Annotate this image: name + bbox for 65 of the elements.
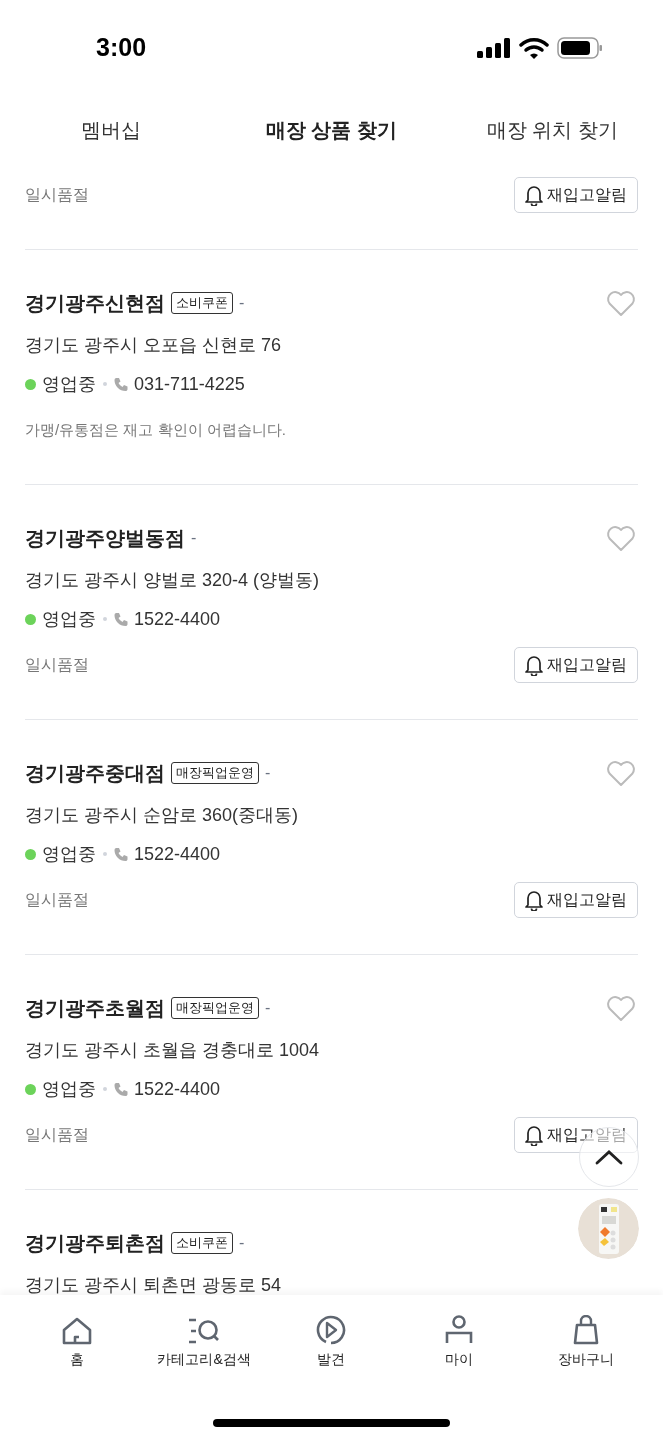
nav-tab[interactable]: 마이 bbox=[395, 1313, 523, 1370]
bell-icon bbox=[525, 1124, 543, 1146]
store-status: 영업중 bbox=[42, 1077, 96, 1101]
stock-status: 일시품절 bbox=[25, 1125, 89, 1145]
tab[interactable]: 매장 상품 찾기 bbox=[265, 115, 398, 145]
bell-icon bbox=[525, 889, 543, 911]
phone-icon bbox=[114, 611, 128, 627]
nav-tab[interactable]: 장바구니 bbox=[522, 1313, 650, 1370]
restock-alert-button[interactable]: 재입고알림 bbox=[514, 882, 638, 918]
nav-tab[interactable]: 발견 bbox=[267, 1313, 396, 1370]
status-time: 3:00 bbox=[96, 32, 147, 64]
store-dash: - bbox=[191, 528, 197, 548]
store-name[interactable]: 경기광주중대점 bbox=[25, 758, 165, 788]
bell-icon bbox=[525, 184, 543, 206]
store-dash: - bbox=[239, 1233, 245, 1253]
store-dash: - bbox=[239, 293, 245, 313]
phone-icon bbox=[114, 376, 128, 392]
heart-icon[interactable] bbox=[606, 524, 636, 552]
store-tag: 매장픽업운영 bbox=[171, 997, 259, 1019]
store-address: 경기도 광주시 초월읍 경충대로 1004 bbox=[25, 1039, 321, 1062]
stock-status: 일시품절 bbox=[25, 185, 89, 205]
phone-icon bbox=[114, 1081, 128, 1097]
wifi-icon bbox=[519, 37, 549, 59]
store-status: 영업중 bbox=[42, 372, 96, 396]
store-phone[interactable]: 1522-4400 bbox=[134, 840, 221, 868]
restock-alert-button[interactable]: 재입고알림 bbox=[514, 647, 638, 683]
battery-icon bbox=[557, 37, 603, 59]
store-phone[interactable]: 1522-4400 bbox=[134, 605, 221, 633]
home-icon bbox=[61, 1317, 92, 1345]
nav-tab[interactable]: 홈 bbox=[13, 1313, 141, 1370]
stock-status: 일시품절 bbox=[25, 890, 89, 910]
stock-status: 일시품절 bbox=[25, 655, 89, 675]
bell-icon bbox=[525, 654, 543, 676]
heart-icon[interactable] bbox=[606, 994, 636, 1022]
store-tag: 소비쿠폰 bbox=[171, 292, 233, 314]
store-status: 영업중 bbox=[42, 842, 96, 866]
heart-icon[interactable] bbox=[606, 289, 636, 317]
chevron-up-icon bbox=[595, 1149, 623, 1165]
nav-tab[interactable]: 카테고리&검색 bbox=[140, 1313, 268, 1370]
store-address: 경기도 광주시 오포읍 신현로 76 bbox=[25, 334, 283, 357]
store-address: 경기도 광주시 퇴촌면 광동로 54 bbox=[25, 1274, 283, 1295]
restock-alert-button[interactable]: 재입고알림 bbox=[514, 177, 638, 213]
store-phone[interactable]: 1522-4400 bbox=[134, 1075, 221, 1103]
store-tag: 매장픽업운영 bbox=[171, 762, 259, 784]
signal-icon bbox=[477, 38, 511, 58]
store-name[interactable]: 경기광주퇴촌점 bbox=[25, 1228, 165, 1258]
store-address: 경기도 광주시 순암로 360(중대동) bbox=[25, 804, 300, 827]
store-dash: - bbox=[265, 998, 271, 1018]
store-address: 경기도 광주시 양벌로 320-4 (양벌동) bbox=[25, 569, 321, 592]
tab[interactable]: 매장 위치 찾기 bbox=[486, 115, 619, 145]
search-icon bbox=[188, 1317, 221, 1345]
store-phone[interactable]: 031-711-4225 bbox=[134, 370, 245, 398]
play-icon bbox=[316, 1315, 347, 1345]
heart-icon[interactable] bbox=[606, 759, 636, 787]
store-name[interactable]: 경기광주양벌동점 bbox=[25, 523, 185, 553]
stock-notice: 가맹/유통점은 재고 확인이 어렵습니다. bbox=[25, 419, 286, 440]
person-icon bbox=[444, 1315, 473, 1345]
store-tag: 소비쿠폰 bbox=[171, 1232, 233, 1254]
store-dash: - bbox=[265, 763, 271, 783]
shopping-bag-icon bbox=[572, 1315, 601, 1345]
store-name[interactable]: 경기광주신현점 bbox=[25, 288, 165, 318]
phone-icon bbox=[114, 846, 128, 862]
tab[interactable]: 멤버십 bbox=[80, 115, 141, 145]
store-name[interactable]: 경기광주초월점 bbox=[25, 993, 165, 1023]
store-status: 영업중 bbox=[42, 607, 96, 631]
